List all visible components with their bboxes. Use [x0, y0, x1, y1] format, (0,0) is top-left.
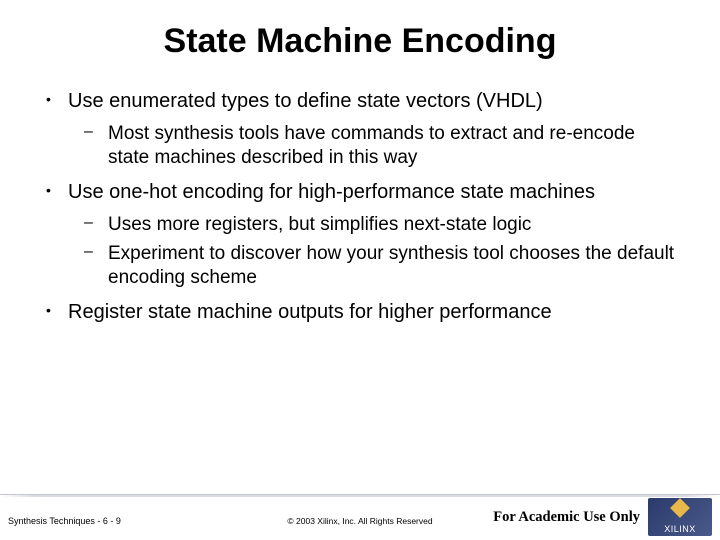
- slide-body: Use enumerated types to define state vec…: [0, 71, 720, 325]
- bullet-item: Use one-hot encoding for high-performanc…: [40, 180, 680, 290]
- xilinx-logo-icon: XILINX: [648, 498, 712, 536]
- footer-copyright: © 2003 Xilinx, Inc. All Rights Reserved: [287, 516, 432, 526]
- slide-title: State Machine Encoding: [0, 0, 720, 71]
- logo-text: XILINX: [664, 524, 696, 536]
- bullet-text: Use enumerated types to define state vec…: [68, 90, 543, 112]
- slide-footer: Synthesis Techniques - 6 - 9 © 2003 Xili…: [0, 494, 720, 540]
- footer-academic-text: For Academic Use Only: [493, 509, 640, 526]
- bullet-text: Use one-hot encoding for high-performanc…: [68, 181, 595, 203]
- sub-bullet-item: Uses more registers, but simplifies next…: [68, 213, 680, 237]
- footer-left-text: Synthesis Techniques - 6 - 9: [8, 516, 121, 526]
- sub-bullet-item: Experiment to discover how your synthesi…: [68, 242, 680, 290]
- bullet-item: Use enumerated types to define state vec…: [40, 89, 680, 170]
- bullet-item: Register state machine outputs for highe…: [40, 300, 680, 325]
- footer-right-group: For Academic Use Only XILINX: [493, 494, 712, 540]
- sub-bullet-item: Most synthesis tools have commands to ex…: [68, 122, 680, 170]
- bullet-text: Register state machine outputs for highe…: [68, 301, 552, 323]
